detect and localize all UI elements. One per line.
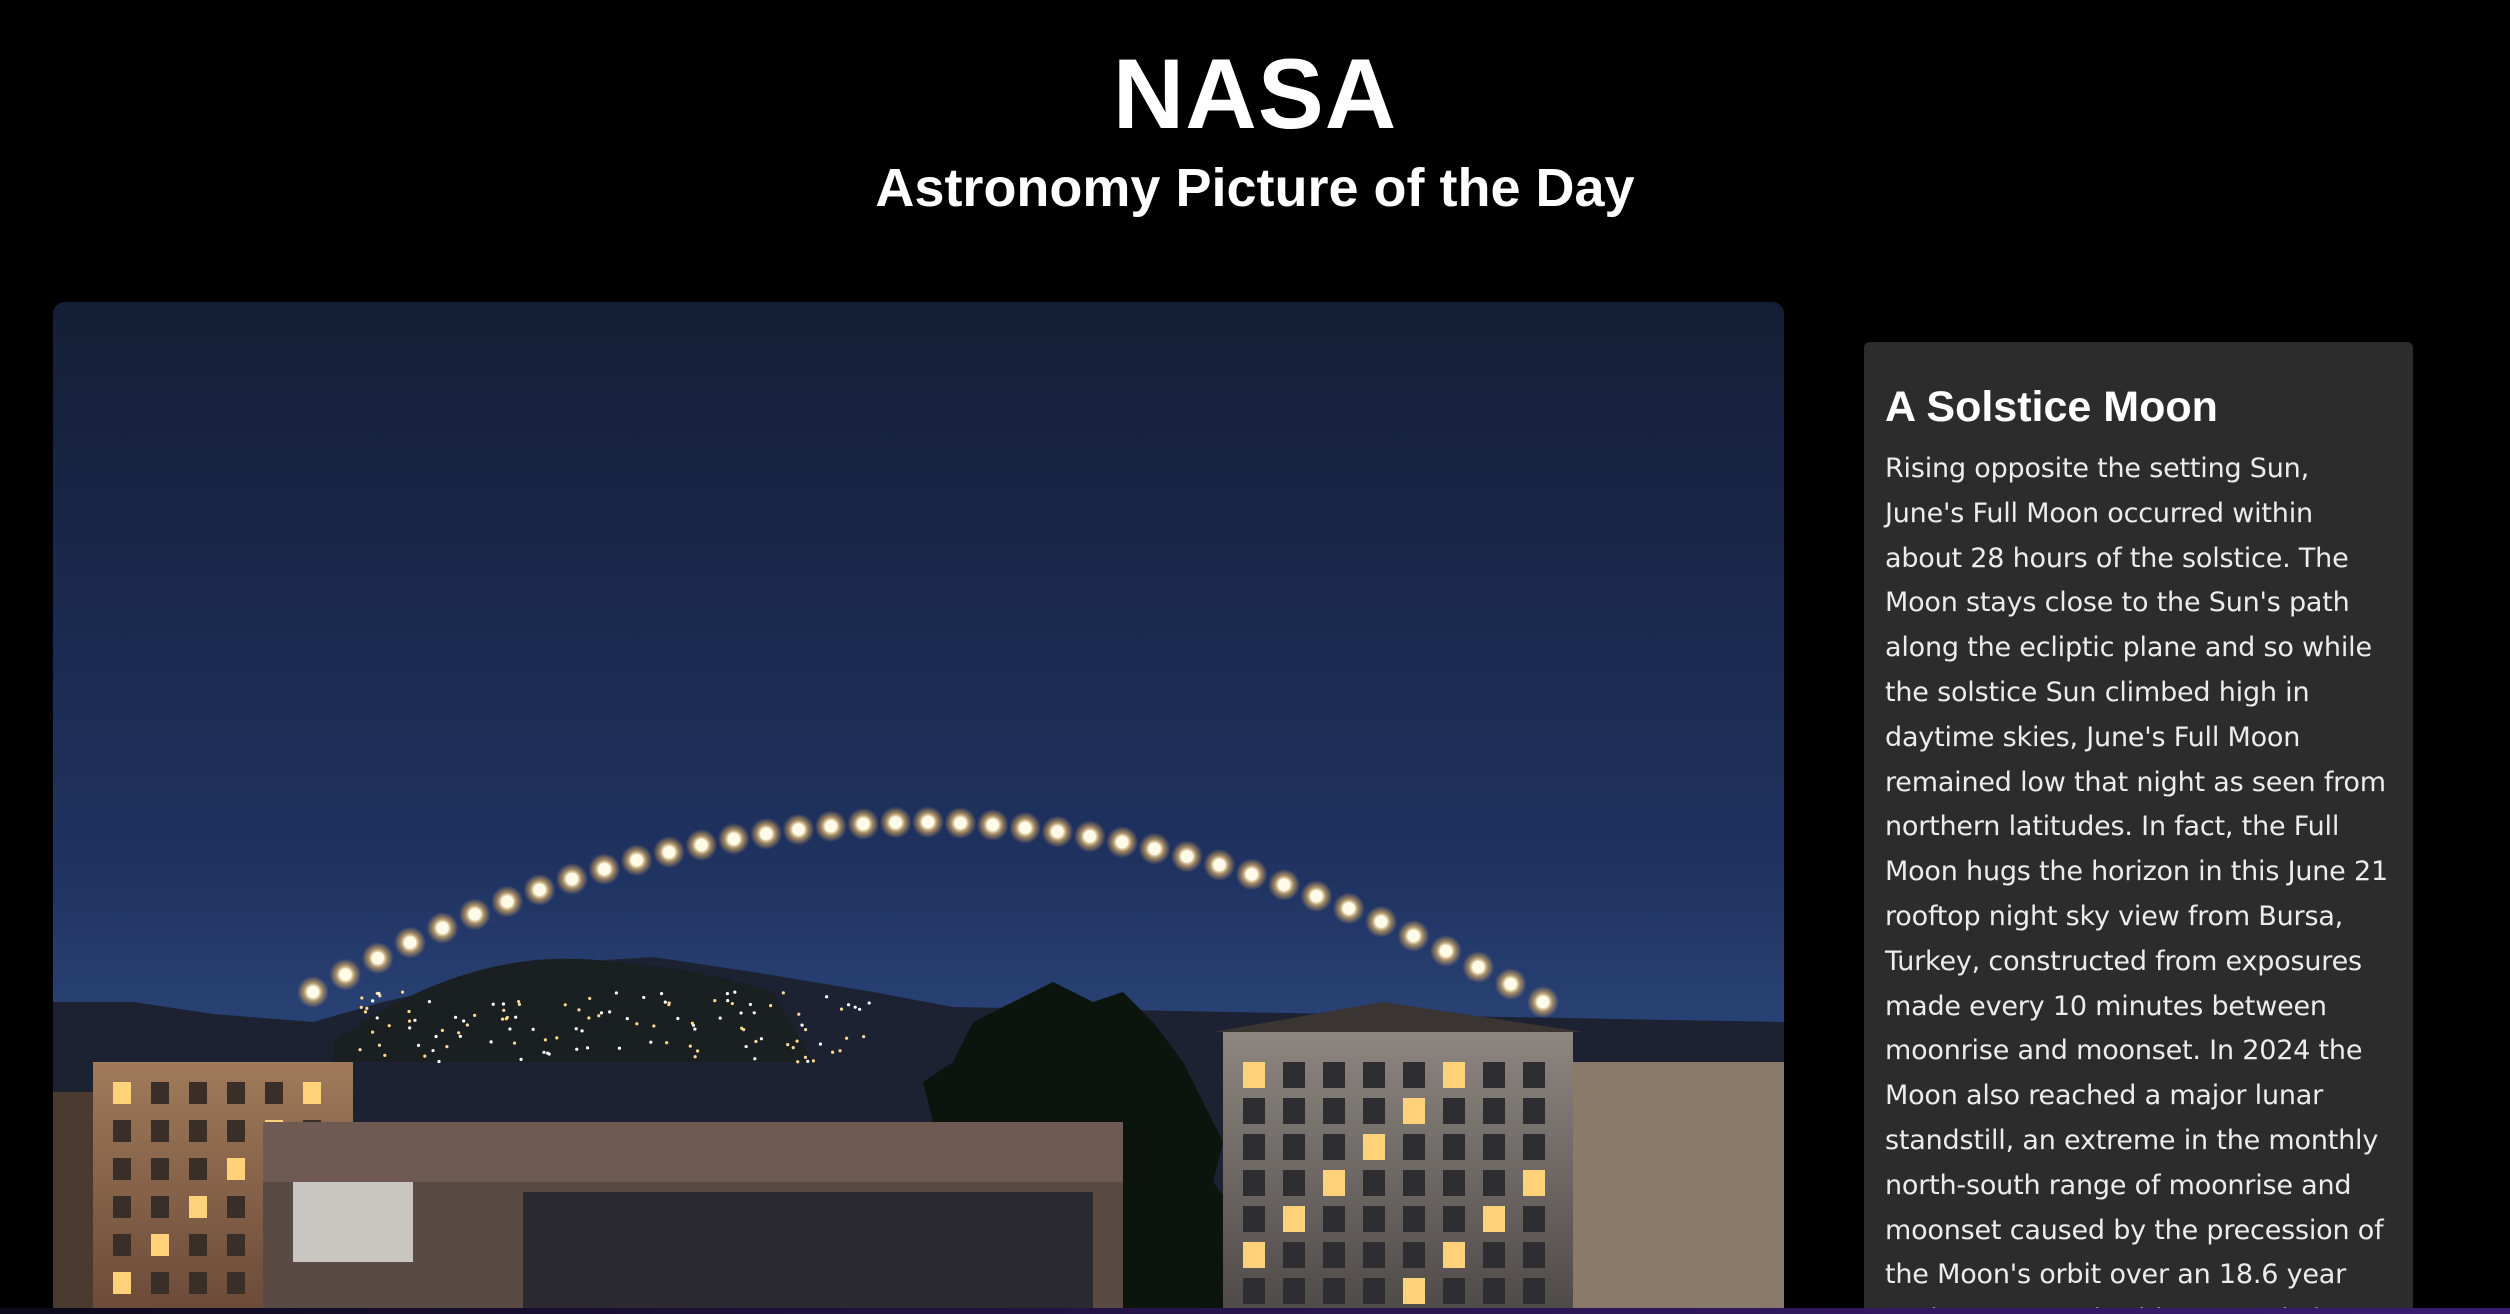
site-title: NASA: [0, 44, 2510, 143]
article-title: A Solstice Moon: [1885, 386, 2413, 429]
apod-image[interactable]: [53, 302, 1784, 1314]
building-right: [1223, 1032, 1573, 1314]
apod-page: NASA Astronomy Picture of the Day A Sols…: [0, 0, 2510, 1314]
bottom-edge: [0, 1308, 2510, 1314]
site-header: NASA Astronomy Picture of the Day: [0, 30, 2510, 215]
solstice-moon-photo: [53, 302, 1784, 1314]
article-body: Rising opposite the setting Sun, June's …: [1885, 447, 2395, 1314]
explanation-card: A Solstice Moon Rising opposite the sett…: [1864, 342, 2413, 1314]
site-subtitle: Astronomy Picture of the Day: [0, 161, 2510, 215]
